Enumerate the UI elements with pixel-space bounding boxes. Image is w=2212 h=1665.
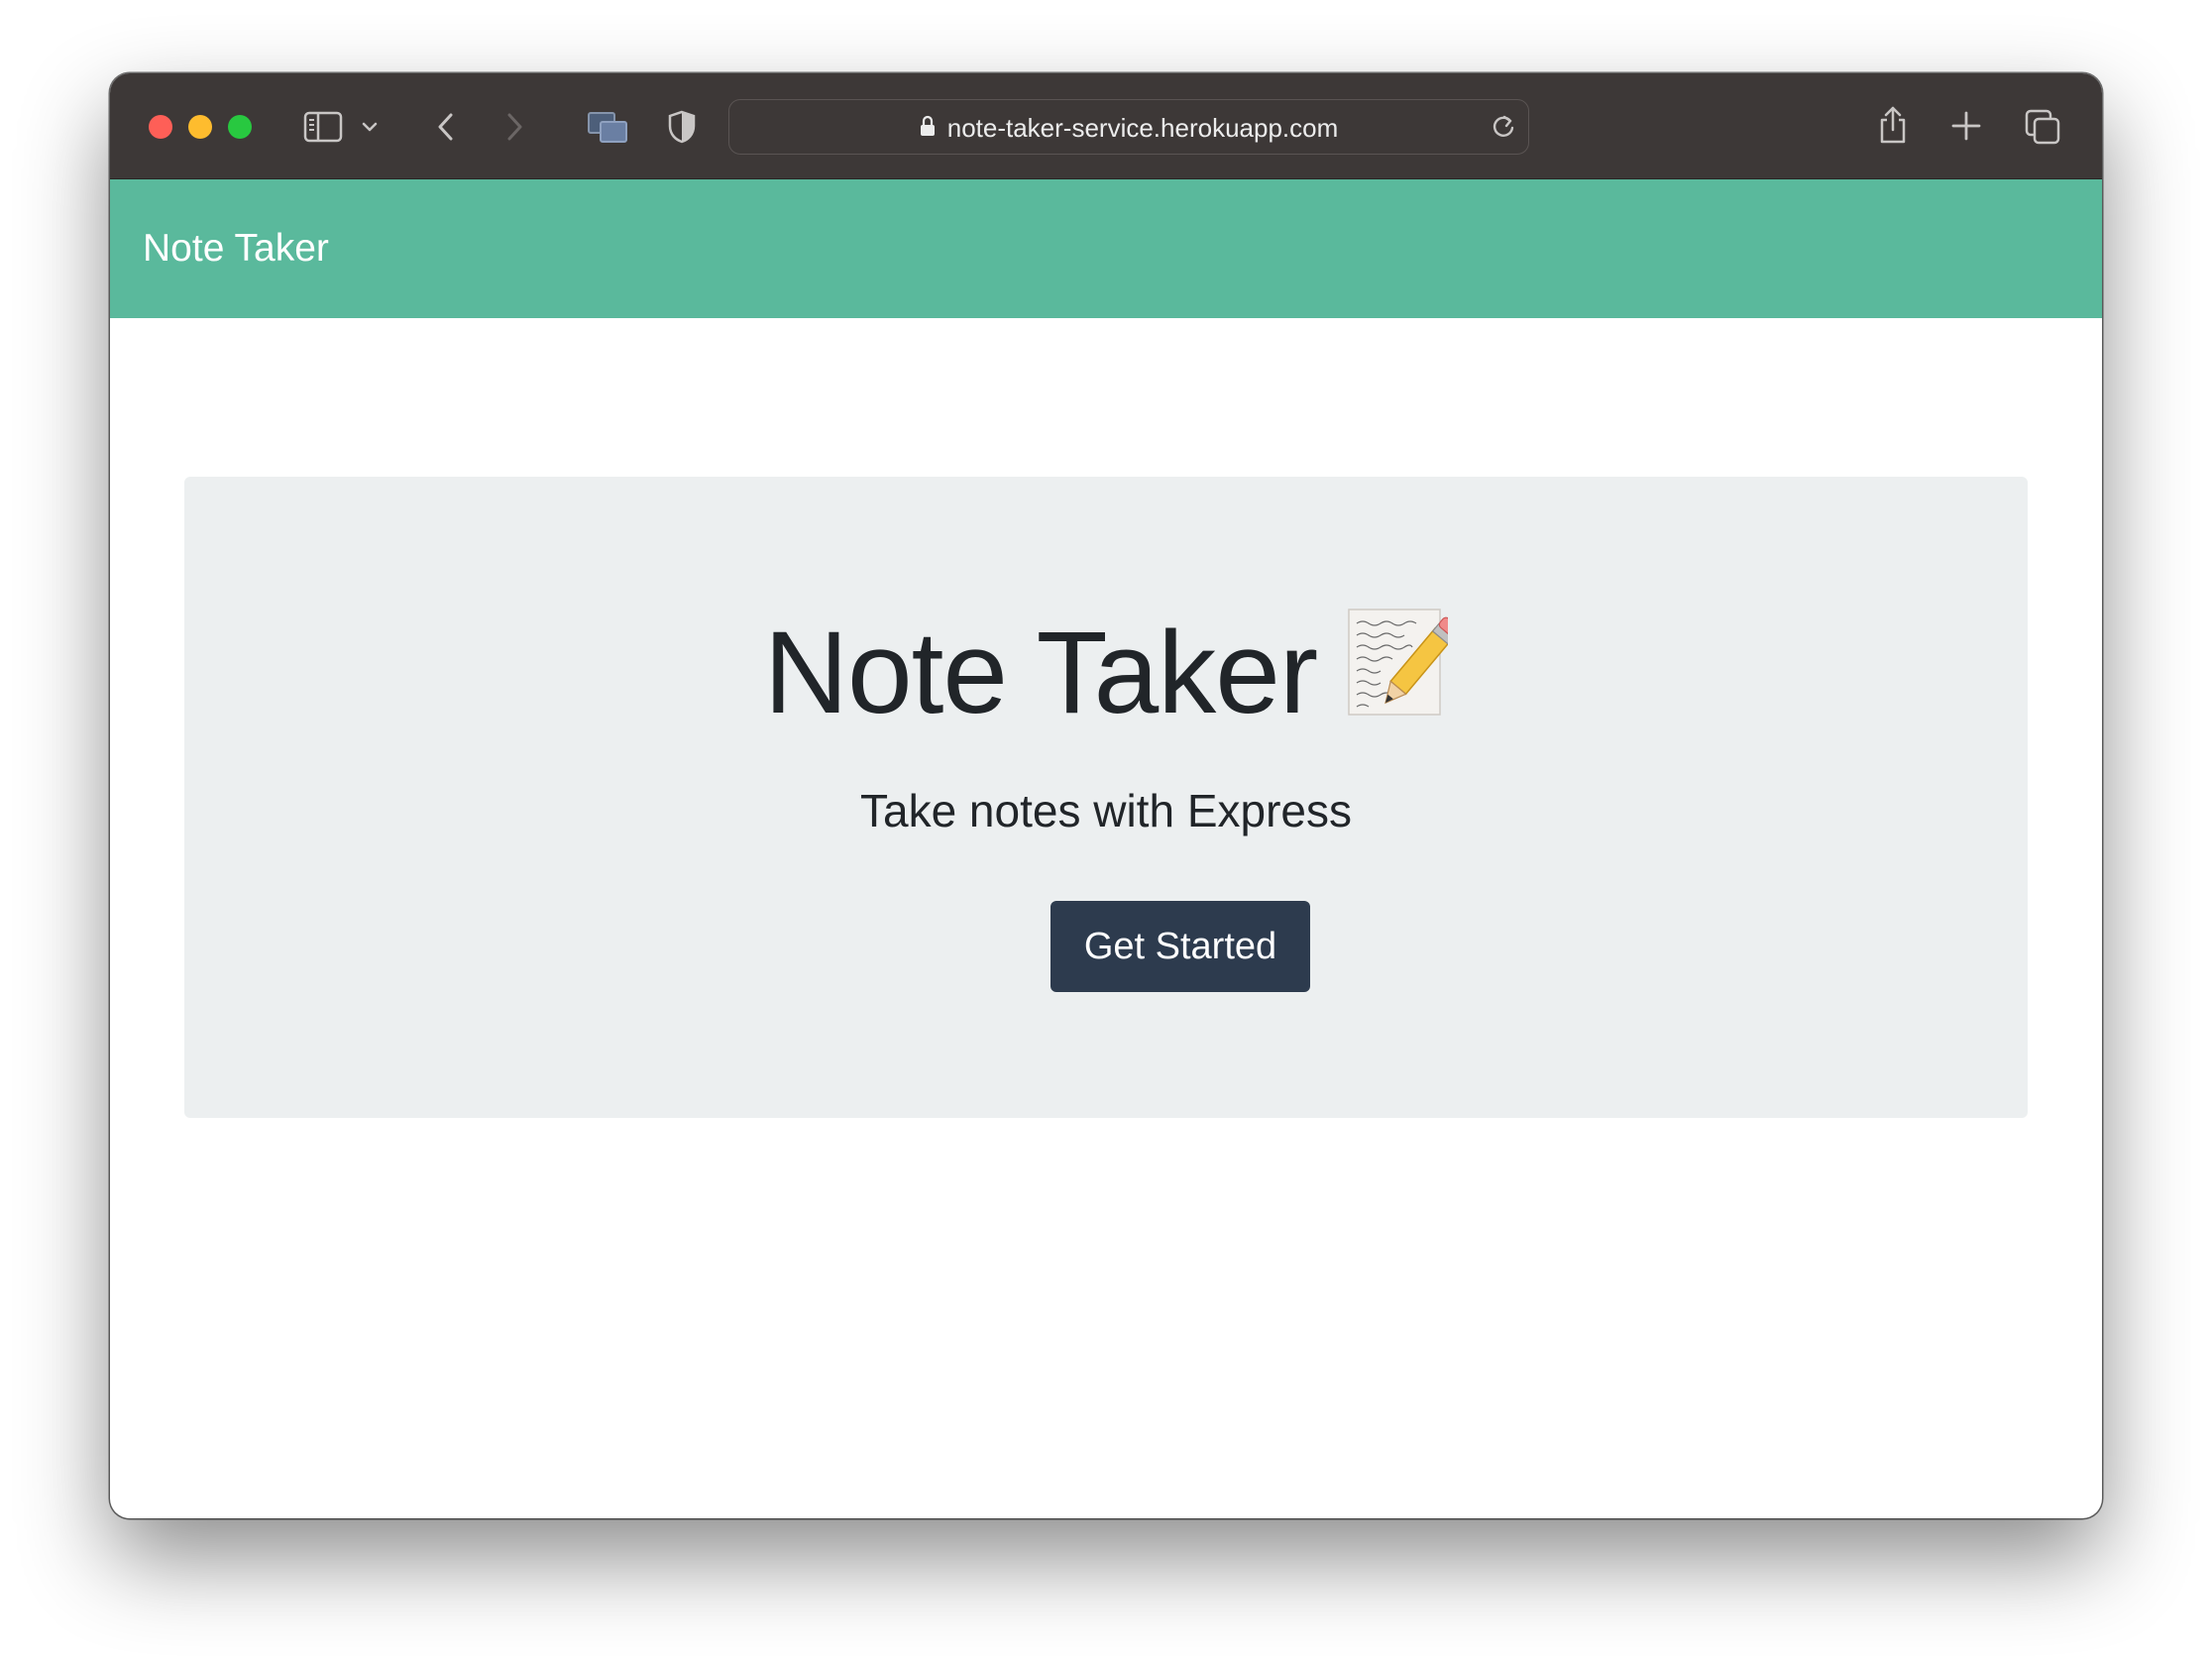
browser-window: note-taker-service.herokuapp.com Note Ta… xyxy=(110,73,2102,1518)
privacy-shield-icon[interactable] xyxy=(665,107,699,147)
tabs-icon[interactable] xyxy=(2023,107,2062,147)
get-started-button[interactable]: Get Started xyxy=(1051,901,1310,992)
sidebar-icon[interactable] xyxy=(303,109,343,145)
tab-overview-icon[interactable] xyxy=(586,107,629,147)
memo-icon xyxy=(1345,606,1460,746)
minimize-window-button[interactable] xyxy=(188,115,212,139)
navbar: Note Taker xyxy=(110,179,2102,318)
new-tab-icon[interactable] xyxy=(1949,109,1983,143)
lock-icon xyxy=(920,113,936,144)
hero-subtitle: Take notes with Express xyxy=(859,785,1352,836)
zoom-window-button[interactable] xyxy=(228,115,252,139)
hero-title: Note Taker xyxy=(184,606,2028,746)
chevron-down-icon[interactable] xyxy=(360,113,380,141)
back-icon[interactable] xyxy=(431,109,461,145)
forward-icon[interactable] xyxy=(499,109,529,145)
hero-title-text: Note Taker xyxy=(763,608,1318,738)
share-icon[interactable] xyxy=(1876,103,1910,147)
reload-icon[interactable] xyxy=(1489,112,1518,147)
close-window-button[interactable] xyxy=(149,115,172,139)
browser-toolbar: note-taker-service.herokuapp.com xyxy=(110,73,2102,179)
url-text: note-taker-service.herokuapp.com xyxy=(946,112,1339,143)
address-bar[interactable]: note-taker-service.herokuapp.com xyxy=(728,99,1529,155)
hero-jumbotron: Note Taker Take notes with Express Get S… xyxy=(184,477,2028,1118)
navbar-brand[interactable]: Note Taker xyxy=(143,179,329,318)
